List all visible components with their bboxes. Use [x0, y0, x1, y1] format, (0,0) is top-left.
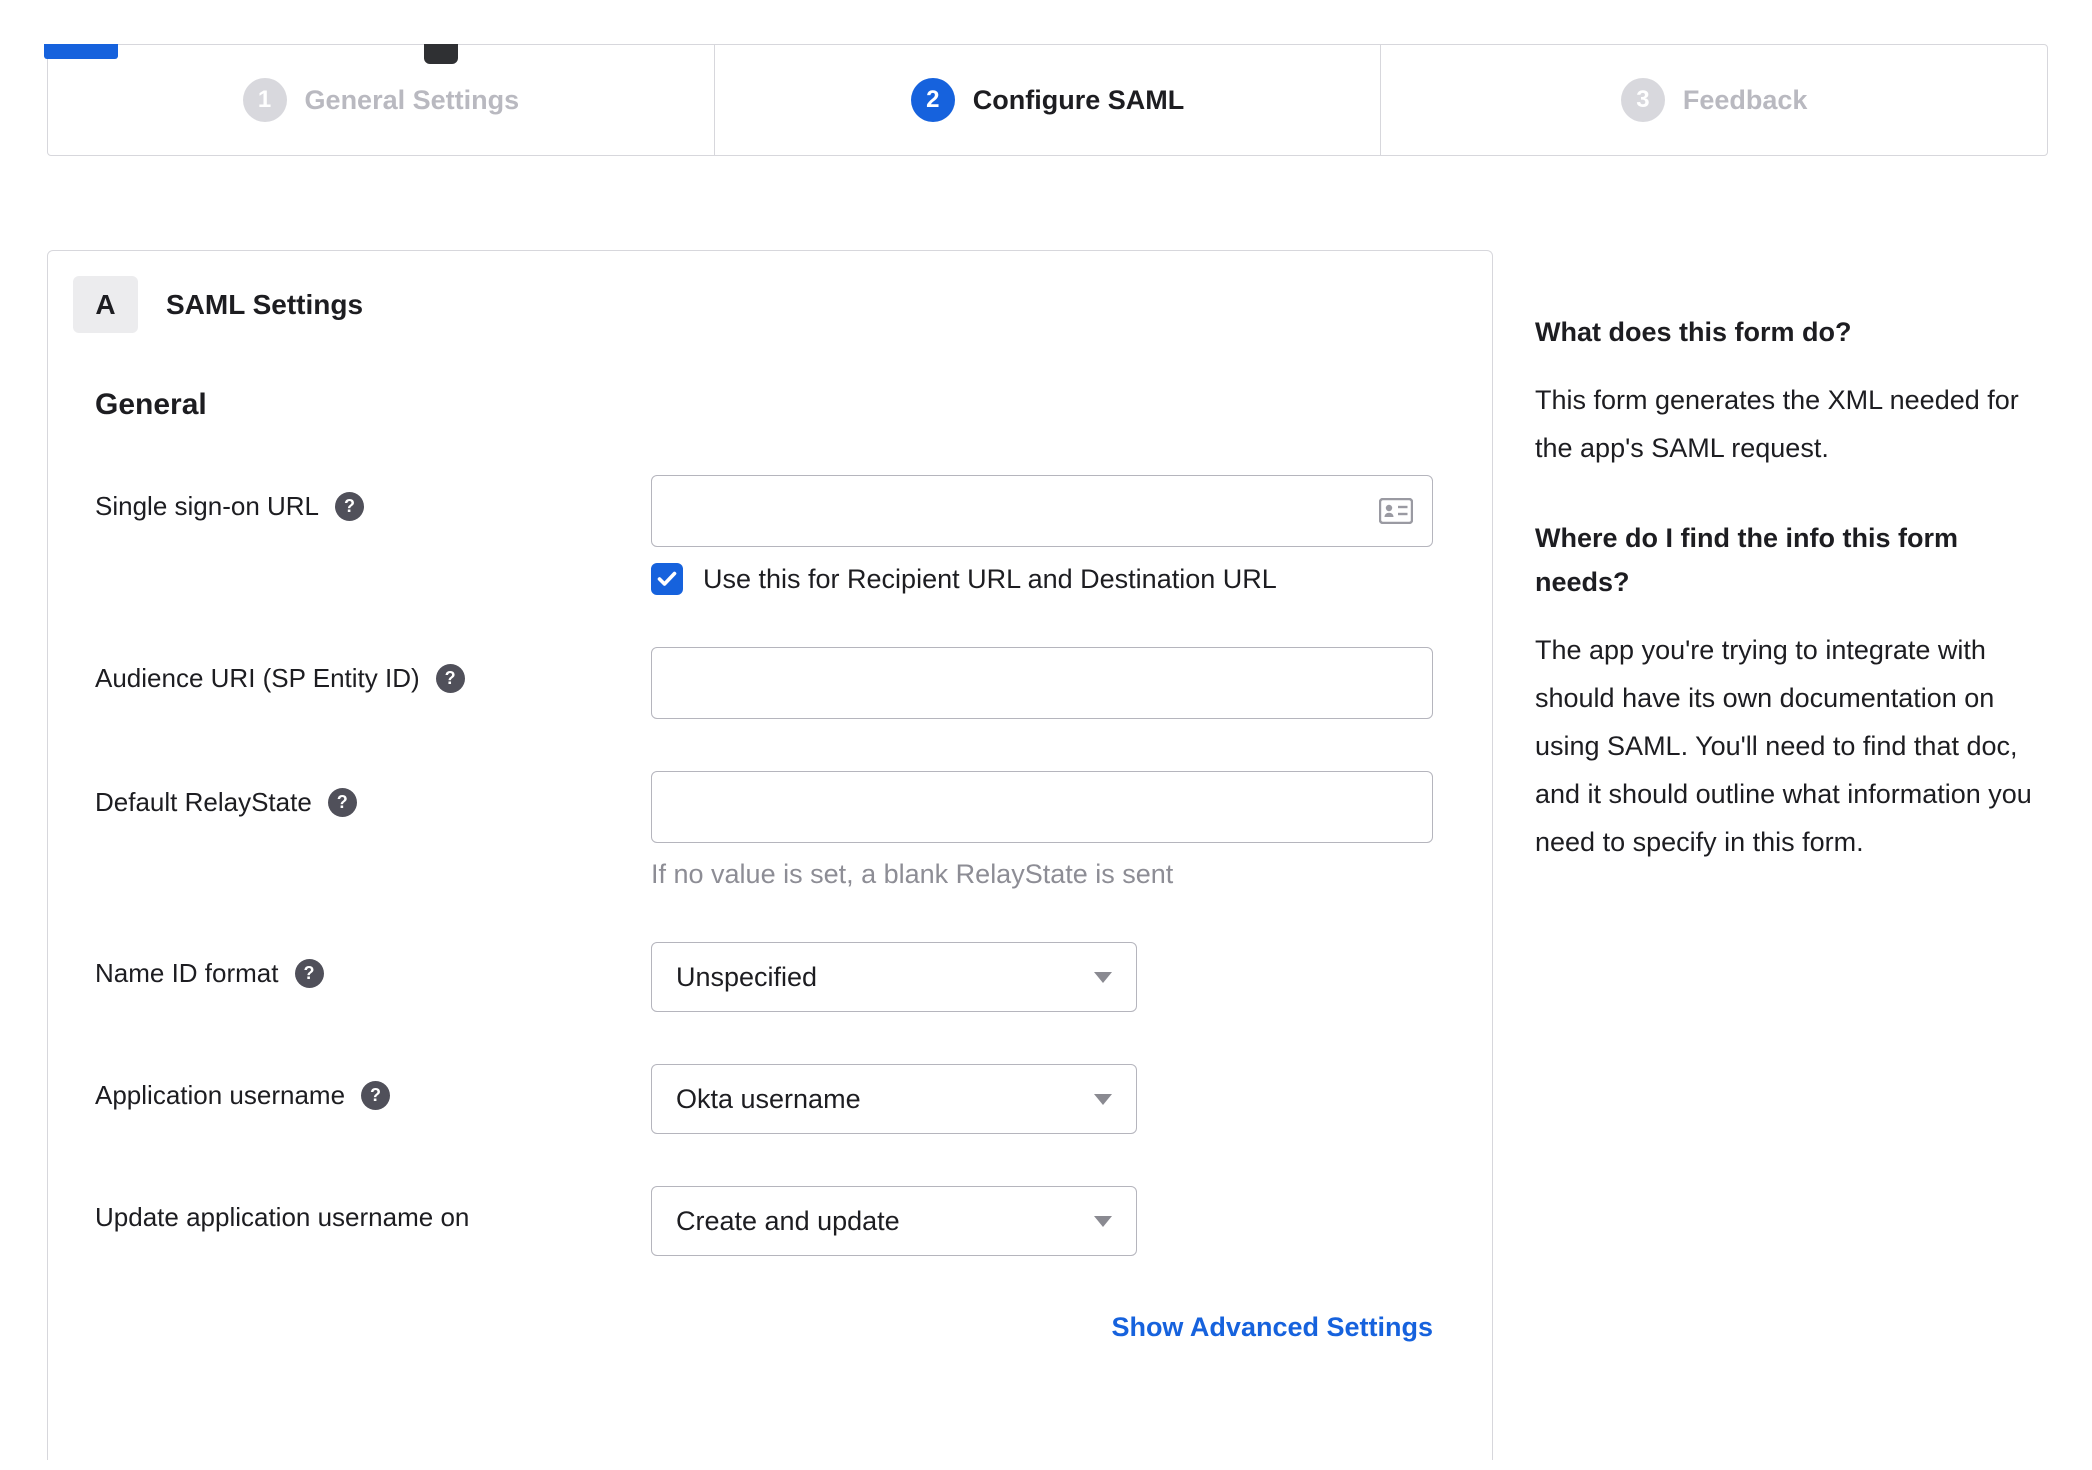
step-2-label: Configure SAML	[972, 84, 1185, 115]
field-audience-uri: Audience URI (SP Entity ID) ?	[95, 647, 1492, 719]
relaystate-label: Default RelayState	[95, 787, 312, 817]
top-cutoff-icon-fragment	[424, 44, 458, 64]
name-id-format-label: Name ID format	[95, 958, 279, 988]
step-general-settings[interactable]: 1 General Settings	[48, 45, 715, 155]
step-3-circle: 3	[1620, 78, 1665, 122]
sidebar-body-1: This form generates the XML needed for t…	[1535, 385, 2019, 463]
section-badge-a: A	[73, 276, 138, 333]
step-configure-saml[interactable]: 2 Configure SAML	[715, 45, 1382, 155]
step-3-label: Feedback	[1682, 84, 1808, 115]
chevron-down-icon	[1094, 1216, 1112, 1227]
step-1-label: General Settings	[304, 84, 520, 115]
update-application-username-label: Update application username on	[95, 1202, 470, 1232]
name-id-format-select[interactable]: Unspecified	[651, 942, 1137, 1012]
relaystate-hint: If no value is set, a blank RelayState i…	[651, 859, 1174, 889]
name-id-format-help-icon[interactable]: ?	[294, 959, 324, 988]
general-section-title: General	[95, 388, 207, 421]
saml-settings-panel: A SAML Settings General Single sign-on U…	[47, 250, 1493, 1460]
relaystate-input[interactable]	[651, 771, 1433, 843]
contact-card-icon[interactable]	[1378, 497, 1414, 525]
application-username-help-icon[interactable]: ?	[361, 1081, 391, 1110]
recipient-url-checkbox[interactable]	[651, 563, 683, 595]
field-name-id-format: Name ID format ? Unspecified	[95, 942, 1492, 1012]
wizard-stepper: 1 General Settings 2 Configure SAML 3 Fe…	[47, 44, 2048, 156]
application-username-select[interactable]: Okta username	[651, 1064, 1137, 1134]
sso-url-label: Single sign-on URL	[95, 491, 320, 521]
step-2-circle: 2	[910, 78, 955, 122]
field-update-application-username: Update application username on Create an…	[95, 1186, 1492, 1256]
update-application-username-select[interactable]: Create and update	[651, 1186, 1137, 1256]
sidebar-heading-1: What does this form do?	[1535, 317, 1852, 347]
sso-url-input[interactable]	[651, 475, 1433, 547]
relaystate-help-icon[interactable]: ?	[327, 788, 357, 817]
help-sidebar: What does this form do? This form genera…	[1535, 250, 2055, 910]
sso-url-help-icon[interactable]: ?	[335, 492, 365, 521]
sidebar-heading-2: Where do I find the info this form needs…	[1535, 523, 1958, 597]
name-id-format-value: Unspecified	[676, 961, 818, 992]
checkmark-icon	[657, 571, 677, 586]
application-username-label: Application username	[95, 1080, 346, 1110]
recipient-url-checkbox-label[interactable]: Use this for Recipient URL and Destinati…	[703, 564, 1277, 595]
top-cutoff-link-fragment	[44, 44, 118, 59]
step-feedback[interactable]: 3 Feedback	[1381, 45, 2047, 155]
show-advanced-settings-link[interactable]: Show Advanced Settings	[1111, 1312, 1433, 1342]
audience-uri-help-icon[interactable]: ?	[435, 664, 465, 693]
update-application-username-value: Create and update	[676, 1205, 900, 1236]
chevron-down-icon	[1094, 972, 1112, 983]
step-1-circle: 1	[242, 78, 287, 122]
audience-uri-label: Audience URI (SP Entity ID)	[95, 663, 420, 693]
sidebar-body-2: The app you're trying to integrate with …	[1535, 635, 2032, 857]
field-single-sign-on-url: Single sign-on URL ? Use this for Recipi…	[95, 475, 1492, 595]
panel-title: SAML Settings	[166, 288, 364, 320]
field-application-username: Application username ? Okta username	[95, 1064, 1492, 1134]
field-default-relaystate: Default RelayState ? If no value is set,…	[95, 771, 1492, 890]
audience-uri-input[interactable]	[651, 647, 1433, 719]
application-username-value: Okta username	[676, 1083, 861, 1114]
chevron-down-icon	[1094, 1094, 1112, 1105]
